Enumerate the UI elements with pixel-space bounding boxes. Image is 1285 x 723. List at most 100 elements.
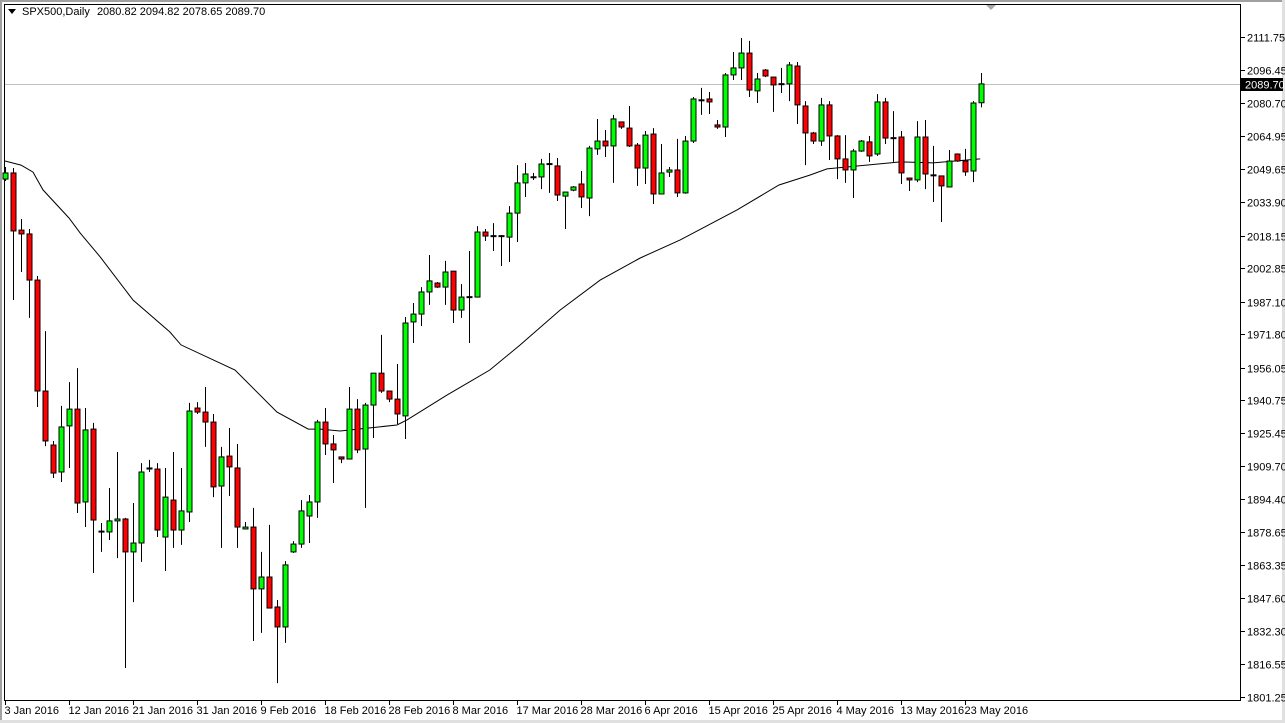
chart-background — [0, 0, 1285, 723]
bull-candle-body — [218, 456, 225, 487]
candle — [650, 128, 657, 204]
bull-candle-body — [850, 150, 857, 171]
candle — [474, 226, 481, 298]
bear-candle-body — [746, 52, 753, 91]
bull-candle-body — [66, 408, 73, 427]
bull-candle-body — [754, 78, 761, 92]
bear-candle-body — [602, 140, 609, 147]
price-tick-label: 1847.60 — [1247, 594, 1285, 606]
candle — [858, 139, 865, 152]
bull-candle-body — [346, 408, 353, 460]
bull-candle-body — [738, 52, 745, 69]
bear-candle-body — [930, 174, 937, 177]
candle — [882, 97, 889, 145]
dropdown-triangle-icon[interactable] — [8, 9, 16, 14]
price-tick-label: 2033.90 — [1247, 198, 1285, 210]
bull-candle-body — [474, 231, 481, 298]
bull-candle-body — [722, 74, 729, 128]
bear-candle-body — [674, 169, 681, 194]
bull-candle-body — [522, 173, 529, 184]
price-tick-label: 2018.15 — [1247, 232, 1285, 244]
candle — [690, 97, 697, 143]
date-tick-label: 21 Jan 2016 — [133, 705, 194, 717]
bull-candle-body — [730, 67, 737, 76]
bear-candle-body — [634, 144, 641, 169]
bear-candle-body — [322, 421, 329, 445]
bull-candle-body — [858, 140, 865, 152]
candle — [50, 440, 57, 478]
bull-candle-body — [658, 172, 665, 195]
candle — [34, 276, 41, 407]
bull-candle-body — [58, 426, 65, 473]
ohlc-high: 2094.82 — [139, 6, 180, 18]
bull-candle-body — [690, 98, 697, 142]
bull-candle-body — [586, 147, 593, 199]
price-chart[interactable]: 2111.75 2096.45 2080.70 2064.95 2049.65 2033.… — [0, 0, 1285, 723]
price-tick-label: 2002.85 — [1247, 264, 1285, 276]
bear-candle-body — [274, 606, 281, 628]
price-tick-label: 1940.75 — [1247, 396, 1285, 408]
bull-candle-body — [914, 136, 921, 181]
date-tick-label: 28 Feb 2016 — [389, 705, 451, 717]
bull-candle-body — [410, 313, 417, 323]
bull-candle-body — [282, 564, 289, 628]
bear-candle-body — [170, 499, 177, 531]
price-tick-label: 1894.40 — [1247, 495, 1285, 507]
bear-candle-body — [42, 390, 49, 442]
price-tick-label: 2080.70 — [1247, 99, 1285, 111]
price-tick-label: 1832.30 — [1247, 627, 1285, 639]
bull-candle-body — [946, 160, 953, 188]
bull-candle-body — [162, 496, 169, 538]
date-tick-label: 28 Mar 2016 — [581, 705, 643, 717]
bull-candle-body — [418, 291, 425, 315]
candle — [434, 281, 441, 288]
bear-candle-body — [922, 136, 929, 175]
bear-candle-body — [18, 229, 25, 235]
bear-candle-body — [842, 158, 849, 171]
bear-candle-body — [202, 411, 209, 423]
bear-candle-body — [826, 104, 833, 137]
bear-candle-body — [378, 372, 385, 392]
bear-candle-body — [714, 124, 721, 128]
bear-candle-body — [74, 408, 81, 504]
bear-candle-body — [762, 69, 769, 77]
bull-candle-body — [178, 510, 185, 531]
bear-candle-body — [450, 270, 457, 311]
bull-candle-body — [146, 467, 153, 470]
bull-candle-body — [562, 191, 569, 197]
bull-candle-body — [458, 296, 465, 311]
bull-candle-body — [538, 163, 545, 178]
bear-candle-body — [226, 455, 233, 468]
price-tick-label: 1816.55 — [1247, 660, 1285, 672]
price-tick-label: 2049.65 — [1247, 165, 1285, 177]
bear-candle-body — [882, 101, 889, 139]
bull-candle-body — [2, 172, 9, 180]
price-tick-label: 1925.45 — [1247, 429, 1285, 441]
bull-candle-body — [442, 271, 449, 288]
bull-candle-body — [106, 520, 113, 533]
ohlc-close: 2089.70 — [225, 6, 266, 18]
date-tick-label: 15 Apr 2016 — [709, 705, 768, 717]
bull-candle-body — [290, 543, 297, 553]
bull-candle-body — [130, 542, 137, 553]
bull-candle-body — [370, 372, 377, 406]
candle — [762, 68, 769, 78]
bull-candle-body — [98, 530, 105, 533]
bear-candle-body — [122, 518, 129, 553]
bear-candle-body — [794, 65, 801, 106]
bull-candle-body — [594, 140, 601, 150]
bear-candle-body — [898, 136, 905, 174]
bear-candle-body — [250, 526, 257, 590]
bear-candle-body — [26, 233, 33, 281]
bear-candle-body — [266, 576, 273, 609]
price-tick-label: 1801.25 — [1247, 693, 1285, 705]
bull-candle-body — [258, 576, 265, 590]
bear-candle-body — [394, 398, 401, 415]
bull-candle-body — [978, 83, 985, 104]
price-axis[interactable]: 2111.75 2096.45 2080.70 2064.95 2049.65 2033.… — [1241, 33, 1285, 705]
date-tick-label: 3 Jan 2016 — [5, 705, 59, 717]
bull-candle-body — [570, 186, 577, 191]
ohlc-low: 2078.65 — [182, 6, 223, 18]
bear-candle-body — [338, 456, 345, 460]
candle — [874, 94, 881, 156]
